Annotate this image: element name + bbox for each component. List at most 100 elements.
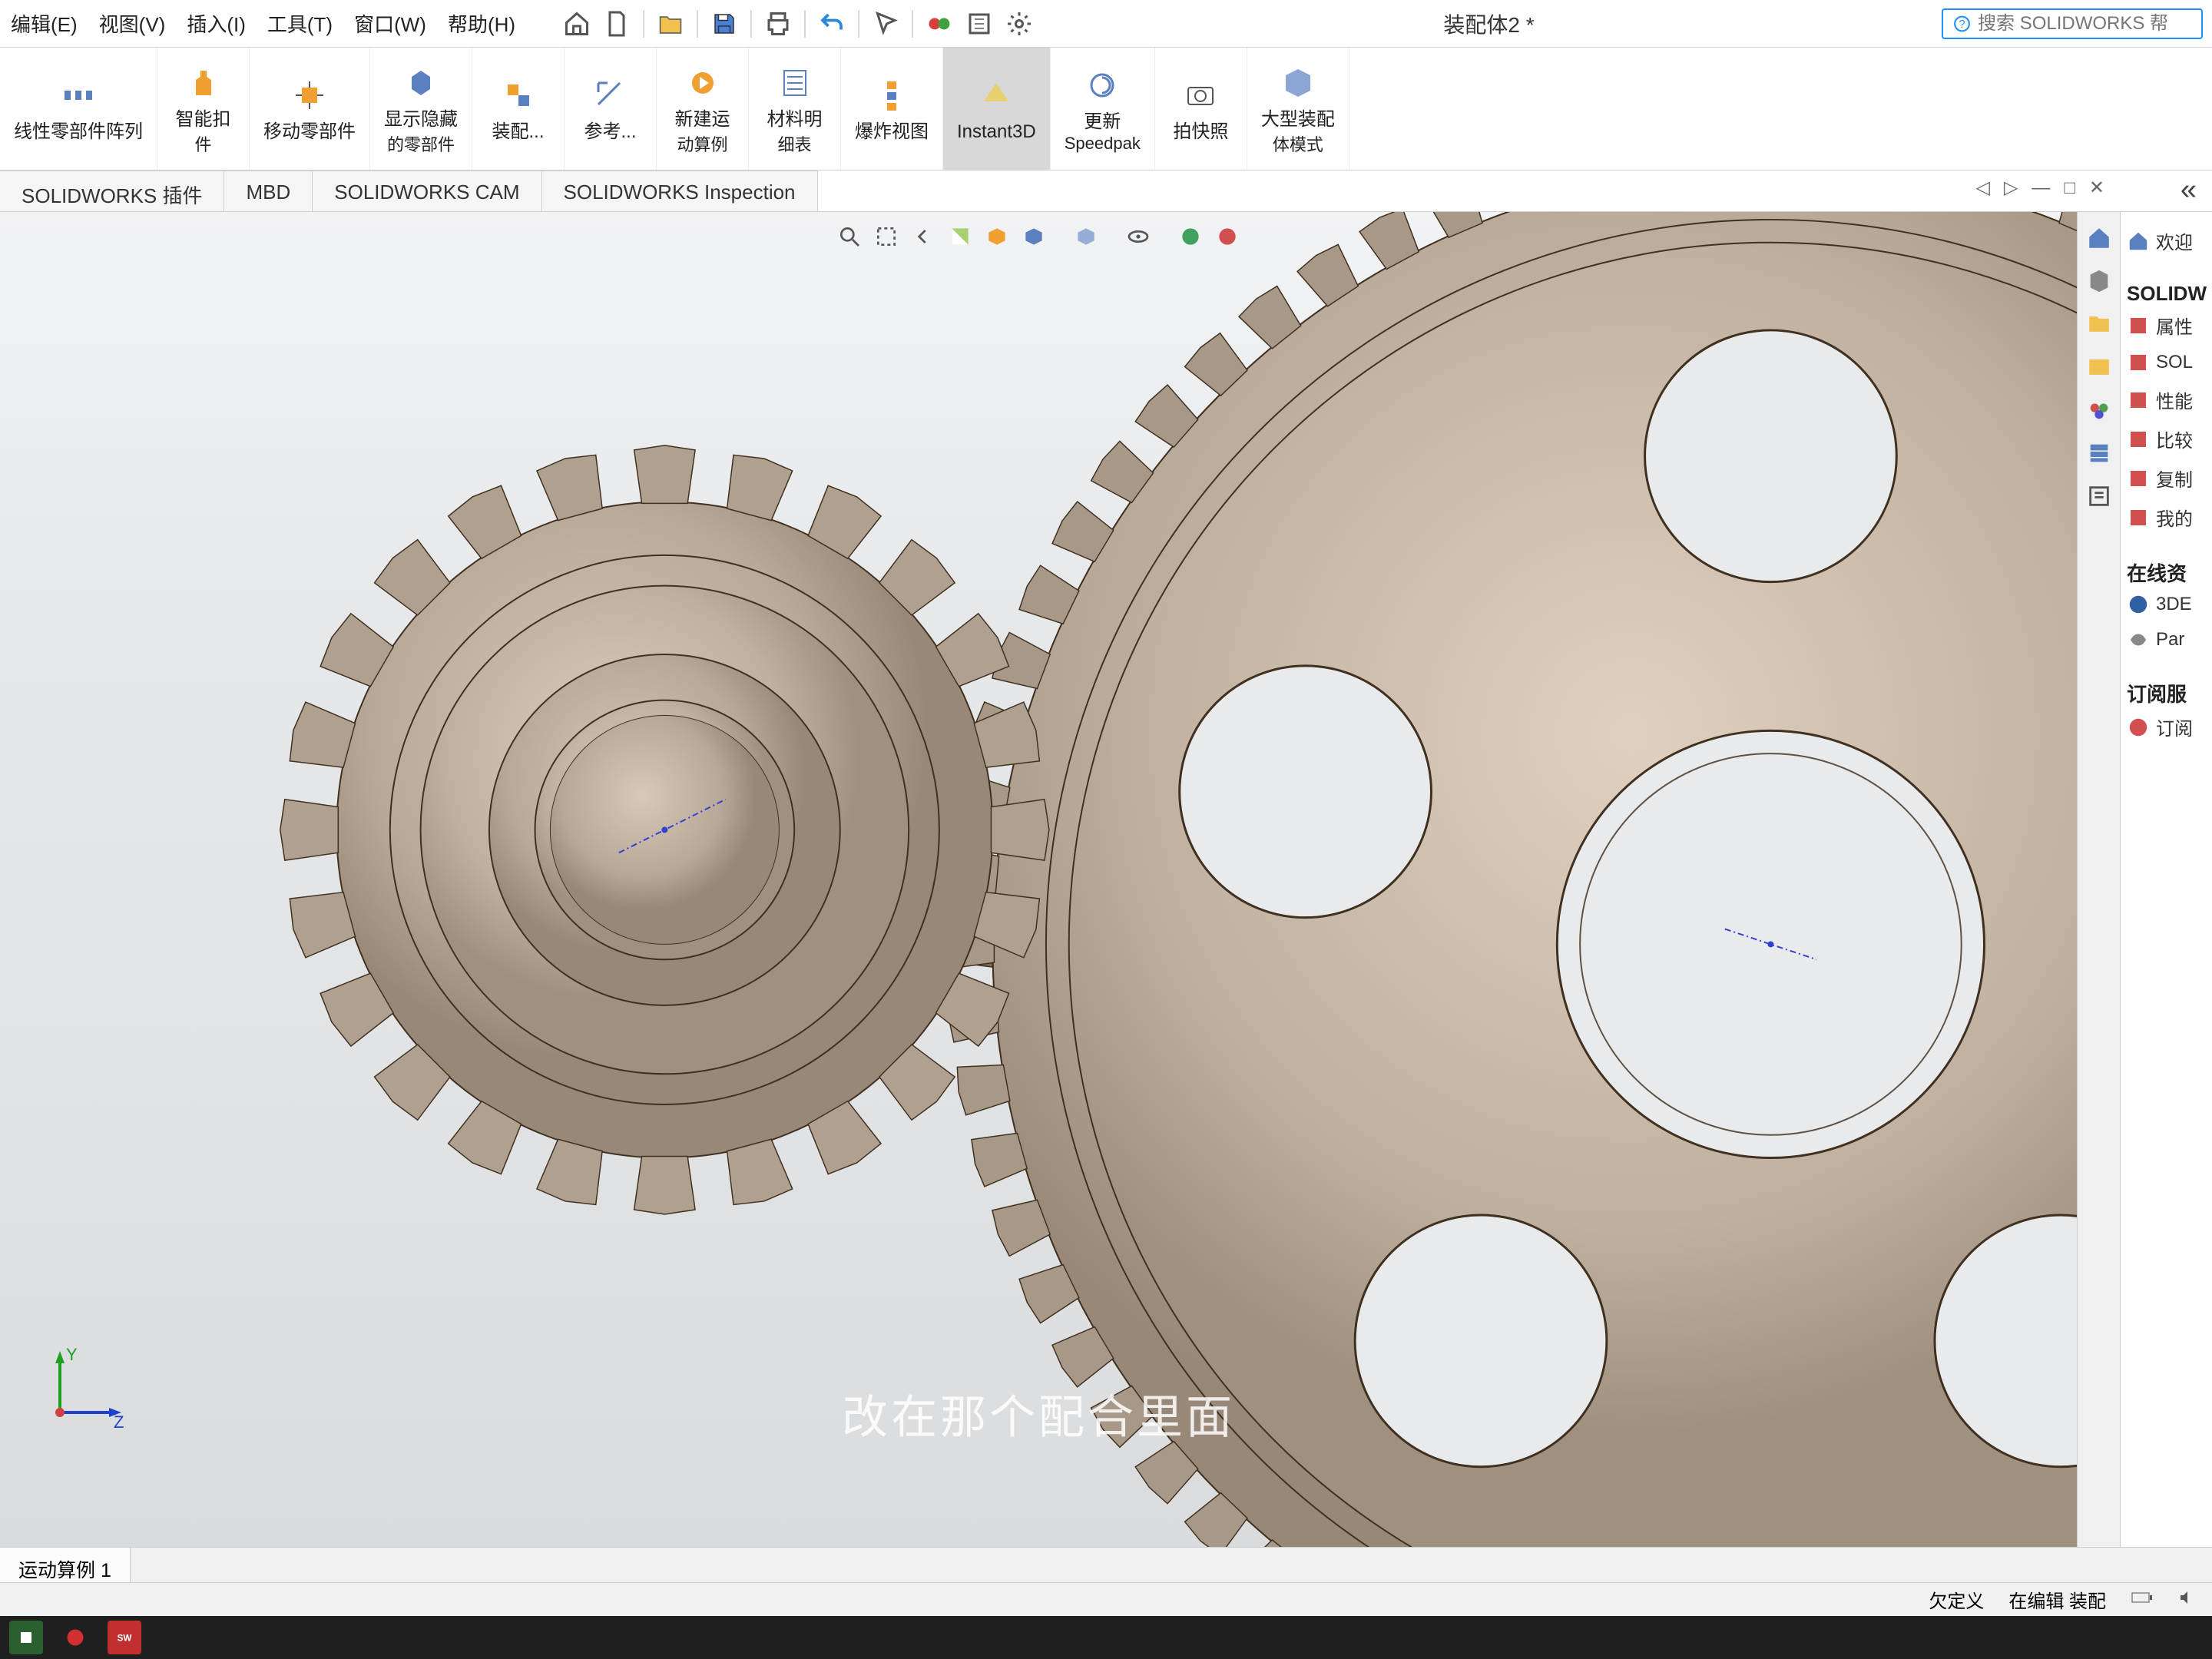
ribbon-toolbar: 线性零部件阵列 智能扣 件 移动零部件 显示隐藏 的零部件 装配... 参考..… (0, 48, 2212, 171)
tab-cam[interactable]: SOLIDWORKS CAM (313, 171, 541, 211)
maximize-icon[interactable]: □ (2064, 177, 2075, 199)
taskpane-3de[interactable]: 3DE (2127, 587, 2206, 622)
menu-insert[interactable]: 插入(I) (179, 3, 253, 44)
menu-bar: 编辑(E) 视图(V) 插入(I) 工具(T) 窗口(W) 帮助(H) (0, 0, 2212, 48)
tab-mbd[interactable]: MBD (224, 171, 313, 211)
expand-pane-icon[interactable]: « (2181, 174, 2197, 207)
menu-tools[interactable]: 工具(T) (260, 3, 340, 44)
hide-show-icon[interactable] (1071, 221, 1101, 252)
home-pane-icon[interactable] (2082, 221, 2116, 255)
taskpane-subscribe[interactable]: 订阅 (2127, 707, 2206, 747)
taskpane-sol[interactable]: SOL (2127, 345, 2206, 380)
taskpane-welcome[interactable]: 欢迎 (2127, 221, 2206, 260)
taskpane-title: SOLIDW (2127, 282, 2206, 306)
ribbon-show-hide[interactable]: 显示隐藏 的零部件 (370, 48, 472, 170)
settings-icon[interactable] (1002, 7, 1036, 41)
view-palette-icon[interactable] (2082, 393, 2116, 427)
command-tabs: SOLIDWORKS 插件 MBD SOLIDWORKS CAM SOLIDWO… (0, 171, 2212, 212)
status-editing: 在编辑 装配 (2008, 1586, 2106, 1613)
view-orientation-icon[interactable] (982, 221, 1012, 252)
zoom-area-icon[interactable] (871, 221, 902, 252)
menu-help[interactable]: 帮助(H) (440, 3, 523, 44)
ribbon-snapshot[interactable]: 拍快照 (1155, 48, 1247, 170)
taskpane-par[interactable]: Par (2127, 622, 2206, 657)
tab-addins[interactable]: SOLIDWORKS 插件 (0, 171, 224, 211)
windows-taskbar: SW (0, 1616, 2212, 1659)
home-icon[interactable] (560, 7, 594, 41)
ribbon-assembly[interactable]: 装配... (472, 48, 565, 170)
ribbon-speedpak[interactable]: 更新 Speedpak (1051, 48, 1155, 170)
apply-scene-icon[interactable] (1175, 221, 1206, 252)
orientation-triad[interactable]: Y Z (37, 1343, 129, 1439)
svg-text:SW: SW (118, 1634, 132, 1644)
taskpane-compare[interactable]: 比较 (2127, 419, 2206, 459)
open-icon[interactable] (654, 7, 687, 41)
taskbar-record-icon[interactable] (58, 1621, 92, 1654)
heads-up-toolbar (834, 221, 1243, 252)
edit-appearance-icon[interactable] (1123, 221, 1154, 252)
custom-props-icon[interactable] (2082, 479, 2116, 513)
search-input[interactable] (1978, 13, 2192, 35)
help-icon: ? (1952, 13, 1972, 35)
ribbon-move-component[interactable]: 移动零部件 (250, 48, 370, 170)
resources-pane-icon[interactable] (2082, 264, 2116, 298)
prev-window-icon[interactable]: ◁ (1975, 177, 1989, 199)
save-icon[interactable] (707, 7, 741, 41)
window-controls: ◁ ▷ — □ ✕ (1975, 177, 2104, 199)
taskpane-strip (2077, 212, 2120, 1547)
status-battery-icon (2131, 1589, 2154, 1611)
taskpane-mine[interactable]: 我的 (2127, 498, 2206, 537)
print-icon[interactable] (761, 7, 795, 41)
section-view-icon[interactable] (945, 221, 975, 252)
svg-text:Y: Y (66, 1345, 78, 1364)
taskpane-subscribe-section: 订阅服 (2127, 679, 2206, 707)
status-bar: 欠定义 在编辑 装配 (0, 1582, 2212, 1616)
file-explorer-icon[interactable] (2082, 350, 2116, 384)
next-window-icon[interactable]: ▷ (2004, 177, 2018, 199)
quick-toolbar (560, 7, 1036, 41)
options-icon[interactable] (962, 7, 996, 41)
status-definition: 欠定义 (1929, 1586, 1984, 1613)
rebuild-icon[interactable] (922, 7, 956, 41)
ribbon-motion-study[interactable]: 新建运 动算例 (657, 48, 749, 170)
tab-inspection[interactable]: SOLIDWORKS Inspection (542, 171, 818, 211)
ribbon-reference[interactable]: 参考... (565, 48, 657, 170)
menu-window[interactable]: 窗口(W) (346, 3, 434, 44)
status-sound-icon (2178, 1589, 2197, 1611)
zoom-fit-icon[interactable] (834, 221, 865, 252)
taskpane-performance[interactable]: 性能 (2127, 380, 2206, 419)
undo-icon[interactable] (815, 7, 849, 41)
graphics-viewport[interactable]: Y Z 改在那个配合里面 (0, 212, 2077, 1547)
ribbon-exploded-view[interactable]: 爆炸视图 (841, 48, 943, 170)
ribbon-smart-fastener[interactable]: 智能扣 件 (157, 48, 250, 170)
taskbar-solidworks-icon[interactable]: SW (108, 1621, 141, 1654)
select-icon[interactable] (869, 7, 902, 41)
motion-study-tab[interactable]: 运动算例 1 (0, 1548, 131, 1582)
bottom-tabs: 运动算例 1 (0, 1547, 2212, 1582)
taskpane-copy[interactable]: 复制 (2127, 459, 2206, 498)
close-window-icon[interactable]: ✕ (2089, 177, 2104, 199)
document-title: 装配体2 * (1042, 8, 1936, 39)
taskpane-properties[interactable]: 属性 (2127, 306, 2206, 345)
ribbon-large-assembly[interactable]: 大型装配 体模式 (1247, 48, 1349, 170)
ribbon-linear-pattern[interactable]: 线性零部件阵列 (0, 48, 157, 170)
video-subtitle: 改在那个配合里面 (842, 1380, 1235, 1447)
menu-view[interactable]: 视图(V) (91, 3, 174, 44)
search-box[interactable]: ? (1942, 8, 2203, 39)
minimize-icon[interactable]: — (2032, 177, 2050, 199)
view-settings-icon[interactable] (1212, 221, 1243, 252)
svg-text:Z: Z (114, 1412, 124, 1432)
ribbon-instant3d[interactable]: Instant3D (943, 48, 1051, 170)
main-area: Y Z 改在那个配合里面 欢迎 (0, 212, 2212, 1547)
taskpane-online-section: 在线资 (2127, 558, 2206, 587)
new-icon[interactable] (600, 7, 634, 41)
design-library-icon[interactable] (2082, 307, 2116, 341)
taskbar-app-1[interactable] (9, 1621, 43, 1654)
previous-view-icon[interactable] (908, 221, 939, 252)
ribbon-bom[interactable]: 材料明 细表 (749, 48, 841, 170)
menu-edit[interactable]: 编辑(E) (3, 3, 85, 44)
display-style-icon[interactable] (1018, 221, 1049, 252)
svg-text:?: ? (1959, 18, 1965, 31)
appearances-icon[interactable] (2082, 436, 2116, 470)
task-pane: 欢迎 SOLIDW 属性 SOL 性能 比较 复制 我的 在线资 3DE Par… (2120, 212, 2212, 1547)
